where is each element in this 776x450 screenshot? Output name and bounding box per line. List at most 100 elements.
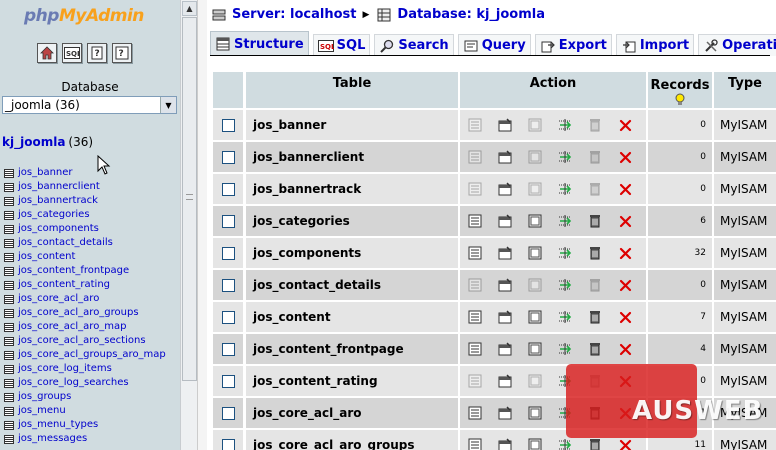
sidebar-item-table[interactable]: jos_content: [4, 250, 166, 264]
empty-trash-icon[interactable]: [580, 270, 610, 300]
tab-structure[interactable]: Structure: [210, 31, 309, 56]
insert-icon[interactable]: [550, 238, 580, 268]
home-icon[interactable]: [37, 43, 57, 63]
insert-icon[interactable]: [550, 270, 580, 300]
scrollbar-thumb[interactable]: [182, 17, 197, 381]
empty-trash-icon[interactable]: [580, 302, 610, 332]
browse-icon[interactable]: [460, 430, 490, 450]
structure-icon[interactable]: [490, 398, 520, 428]
drop-icon[interactable]: [610, 174, 640, 204]
drop-icon[interactable]: [610, 110, 640, 140]
browse-table-icon[interactable]: [4, 336, 14, 346]
browse-table-icon[interactable]: [4, 322, 14, 332]
browse-icon[interactable]: [460, 174, 490, 204]
table-name[interactable]: jos_content_frontpage: [253, 342, 404, 356]
browse-table-icon[interactable]: [4, 392, 14, 402]
browse-icon[interactable]: [460, 302, 490, 332]
header-records[interactable]: Records: [648, 72, 712, 108]
insert-icon[interactable]: [550, 110, 580, 140]
structure-icon[interactable]: [490, 110, 520, 140]
browse-table-icon[interactable]: [4, 182, 14, 192]
sidebar-item-table[interactable]: jos_contact_details: [4, 236, 166, 250]
table-name[interactable]: jos_content: [253, 310, 331, 324]
documentation-icon[interactable]: ?: [87, 43, 107, 63]
sidebar-item-table[interactable]: jos_messages: [4, 432, 166, 446]
browse-icon[interactable]: [460, 142, 490, 172]
sidebar-item-table[interactable]: jos_core_log_searches: [4, 376, 166, 390]
structure-icon[interactable]: [490, 302, 520, 332]
insert-icon[interactable]: [550, 302, 580, 332]
tab-query[interactable]: Query: [457, 34, 531, 56]
database-select[interactable]: _joomla (36) ▼: [2, 96, 177, 114]
drop-icon[interactable]: [610, 270, 640, 300]
browse-table-icon[interactable]: [4, 238, 14, 248]
structure-icon[interactable]: [490, 174, 520, 204]
breadcrumb-server[interactable]: Server: localhost: [232, 7, 356, 22]
sidebar-item-table[interactable]: jos_core_acl_aro: [4, 292, 166, 306]
browse-icon[interactable]: [460, 398, 490, 428]
browse-table-icon[interactable]: [4, 420, 14, 430]
drop-icon[interactable]: [610, 334, 640, 364]
table-name[interactable]: jos_content_rating: [253, 374, 378, 388]
sidebar-item-table[interactable]: jos_core_acl_aro_map: [4, 320, 166, 334]
browse-icon[interactable]: [460, 206, 490, 236]
row-checkbox[interactable]: [221, 118, 235, 132]
tab-export[interactable]: Export: [534, 34, 612, 56]
search-table-icon[interactable]: [520, 270, 550, 300]
drop-icon[interactable]: [610, 302, 640, 332]
scroll-up-icon[interactable]: ▲: [182, 1, 197, 16]
search-table-icon[interactable]: [520, 430, 550, 450]
browse-table-icon[interactable]: [4, 280, 14, 290]
row-checkbox[interactable]: [221, 150, 235, 164]
structure-icon[interactable]: [490, 366, 520, 396]
browse-table-icon[interactable]: [4, 434, 14, 444]
row-checkbox[interactable]: [221, 310, 235, 324]
empty-trash-icon[interactable]: [580, 174, 610, 204]
sidebar-item-table[interactable]: jos_core_acl_aro_sections: [4, 334, 166, 348]
sidebar-item-table[interactable]: jos_core_acl_groups_aro_map: [4, 348, 166, 362]
browse-table-icon[interactable]: [4, 378, 14, 388]
browse-table-icon[interactable]: [4, 364, 14, 374]
row-checkbox[interactable]: [221, 278, 235, 292]
sidebar-item-table[interactable]: jos_core_log_items: [4, 362, 166, 376]
table-name[interactable]: jos_banner: [253, 118, 326, 132]
search-table-icon[interactable]: [520, 238, 550, 268]
browse-table-icon[interactable]: [4, 252, 14, 262]
search-table-icon[interactable]: [520, 302, 550, 332]
sidebar-item-table[interactable]: jos_banner: [4, 166, 166, 180]
sidebar-item-table[interactable]: jos_menu_types: [4, 418, 166, 432]
drop-icon[interactable]: [610, 206, 640, 236]
browse-table-icon[interactable]: [4, 308, 14, 318]
frame-divider[interactable]: [197, 0, 207, 450]
header-table[interactable]: Table: [246, 72, 458, 108]
browse-table-icon[interactable]: [4, 224, 14, 234]
browse-table-icon[interactable]: [4, 350, 14, 360]
browse-table-icon[interactable]: [4, 196, 14, 206]
search-table-icon[interactable]: [520, 366, 550, 396]
browse-table-icon[interactable]: [4, 266, 14, 276]
search-table-icon[interactable]: [520, 398, 550, 428]
sidebar-item-table[interactable]: jos_content_frontpage: [4, 264, 166, 278]
tab-operations[interactable]: Operations: [698, 34, 776, 56]
row-checkbox[interactable]: [221, 182, 235, 196]
sidebar-item-table[interactable]: jos_components: [4, 222, 166, 236]
sql-docs-icon[interactable]: ?: [112, 43, 132, 63]
structure-icon[interactable]: [490, 430, 520, 450]
insert-icon[interactable]: [550, 334, 580, 364]
row-checkbox[interactable]: [221, 214, 235, 228]
row-checkbox[interactable]: [221, 342, 235, 356]
table-name[interactable]: jos_core_acl_aro: [253, 406, 362, 420]
row-checkbox[interactable]: [221, 406, 235, 420]
insert-icon[interactable]: [550, 174, 580, 204]
insert-icon[interactable]: [550, 206, 580, 236]
sidebar-item-table[interactable]: jos_bannertrack: [4, 194, 166, 208]
tab-sql[interactable]: SQL SQL: [312, 34, 371, 56]
database-name-link[interactable]: kj_joomla: [2, 135, 65, 149]
sidebar-item-table[interactable]: jos_bannerclient: [4, 180, 166, 194]
tab-import[interactable]: Import: [615, 34, 695, 56]
browse-icon[interactable]: [460, 334, 490, 364]
empty-trash-icon[interactable]: [580, 334, 610, 364]
table-name[interactable]: jos_core_acl_aro_groups: [253, 438, 415, 450]
browse-icon[interactable]: [460, 110, 490, 140]
sidebar-item-table[interactable]: jos_content_rating: [4, 278, 166, 292]
